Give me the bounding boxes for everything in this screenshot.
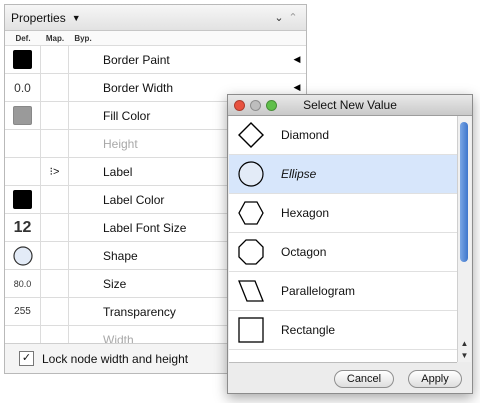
col-byp-header: Byp.: [74, 33, 92, 43]
bypass-cell[interactable]: [69, 298, 97, 325]
shape-list-item[interactable]: Parallelogram: [229, 272, 457, 311]
default-value-cell[interactable]: [5, 186, 41, 213]
rectangle-shape-icon: [238, 317, 264, 343]
bypass-cell[interactable]: [69, 214, 97, 241]
expand-arrow-icon[interactable]: ◀: [288, 46, 306, 73]
column-headers: Def. Map. Byp.: [5, 31, 306, 46]
dialog-titlebar[interactable]: Select New Value: [228, 95, 472, 116]
lock-size-checkbox[interactable]: ✓: [19, 351, 34, 366]
shape-list-item[interactable]: Ellipse: [229, 155, 457, 194]
apply-button[interactable]: Apply: [408, 370, 462, 388]
hexagon-shape-icon: [238, 201, 264, 225]
shape-list-item[interactable]: Rectangle: [229, 311, 457, 350]
shape-label: Octagon: [281, 245, 327, 259]
col-def-header: Def.: [15, 33, 31, 43]
mapping-icon: ⁝>: [49, 166, 60, 178]
panel-menu-dropdown-icon[interactable]: ▼: [72, 13, 81, 23]
color-swatch: [13, 50, 32, 69]
mapping-cell[interactable]: ⁝>: [41, 158, 69, 185]
bypass-cell[interactable]: [69, 130, 97, 157]
default-value-cell[interactable]: [5, 242, 41, 269]
shape-label: Parallelogram: [281, 284, 356, 298]
default-value-text: 80.0: [13, 278, 32, 289]
default-value-cell[interactable]: [5, 46, 41, 73]
bypass-cell[interactable]: [69, 46, 97, 73]
close-window-icon[interactable]: [234, 99, 245, 111]
bypass-cell[interactable]: [69, 270, 97, 297]
shape-list-item[interactable]: [229, 350, 457, 363]
bypass-cell[interactable]: [69, 242, 97, 269]
zoom-window-icon[interactable]: [266, 99, 277, 111]
shape-label: Rectangle: [281, 323, 336, 337]
mapping-cell[interactable]: [41, 214, 69, 241]
cancel-button[interactable]: Cancel: [334, 370, 394, 388]
ellipse-shape-icon: [238, 161, 264, 187]
mapping-cell[interactable]: [41, 74, 69, 101]
default-value-cell[interactable]: [5, 102, 41, 129]
shape-list-item[interactable]: Octagon: [229, 233, 457, 272]
color-swatch: [13, 190, 32, 209]
scroll-up-icon[interactable]: ▲: [458, 338, 471, 350]
collapse-all-icon[interactable]: ⌄: [272, 11, 286, 24]
octagon-shape-icon: [238, 239, 264, 265]
mapping-cell[interactable]: [41, 186, 69, 213]
ellipse-shape-icon: [12, 245, 33, 266]
bypass-cell[interactable]: [69, 74, 97, 101]
parallelogram-shape-icon: [238, 280, 264, 302]
default-value-text: 255: [14, 306, 31, 317]
col-map-header: Map.: [45, 33, 65, 43]
diamond-shape-icon: [238, 122, 264, 148]
shape-label: Diamond: [281, 128, 330, 142]
scroll-down-icon[interactable]: ▼: [458, 350, 471, 362]
mapping-cell[interactable]: [41, 298, 69, 325]
expand-all-icon[interactable]: ⌃: [286, 11, 300, 24]
property-row[interactable]: Border Paint ◀: [5, 46, 306, 74]
property-name: Border Paint: [103, 52, 170, 67]
mapping-cell[interactable]: [41, 102, 69, 129]
color-swatch: [13, 106, 32, 125]
shape-list-item[interactable]: Diamond: [229, 116, 457, 155]
minimize-window-icon[interactable]: [250, 99, 261, 111]
mapping-cell[interactable]: [41, 130, 69, 157]
default-value-cell[interactable]: 255: [5, 298, 41, 325]
bypass-cell[interactable]: [69, 158, 97, 185]
default-value-cell[interactable]: 80.0: [5, 270, 41, 297]
scroll-thumb[interactable]: [460, 122, 468, 262]
default-value-cell[interactable]: 12: [5, 214, 41, 241]
lock-size-label: Lock node width and height: [42, 351, 189, 366]
bypass-cell[interactable]: [69, 186, 97, 213]
shape-list-item[interactable]: Hexagon: [229, 194, 457, 233]
shape-list: Diamond Ellipse Hexagon Octagon Parallelogra…: [229, 116, 457, 363]
panel-title: Properties: [11, 10, 66, 25]
default-value-text: 0.0: [14, 80, 31, 95]
shape-label: Hexagon: [281, 206, 330, 220]
default-value-text: 12: [13, 218, 32, 236]
list-scrollbar[interactable]: ▲ ▼: [457, 116, 471, 362]
bypass-cell[interactable]: [69, 102, 97, 129]
mapping-cell[interactable]: [41, 46, 69, 73]
shape-label: Ellipse: [281, 167, 317, 181]
partial-shape-icon: [237, 355, 265, 363]
default-value-cell[interactable]: 0.0: [5, 74, 41, 101]
mapping-cell[interactable]: [41, 242, 69, 269]
mapping-cell[interactable]: [41, 270, 69, 297]
default-value-cell[interactable]: [5, 130, 41, 157]
panel-header: Properties ▼ ⌄ ⌃: [5, 5, 306, 31]
default-value-cell[interactable]: [5, 158, 41, 185]
select-value-dialog: Select New Value Diamond Ellipse Hexagon Oc…: [227, 94, 473, 394]
